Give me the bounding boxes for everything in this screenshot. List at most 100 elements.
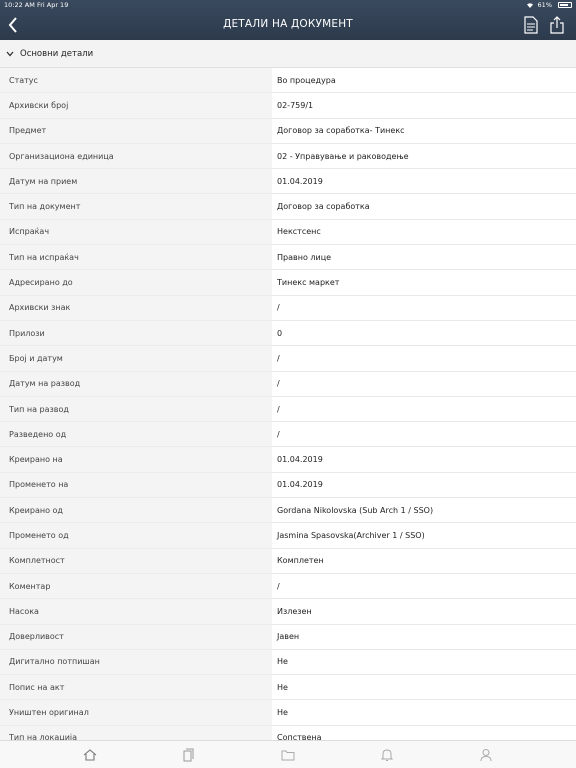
home-icon xyxy=(83,748,96,761)
detail-label: Променето од xyxy=(0,523,272,549)
top-navigation-bar: 10:22 AM Fri Apr 19 61% ДЕТАЛИ НА ДОКУМЕ… xyxy=(0,0,576,40)
detail-label: Архивски знак xyxy=(0,295,272,321)
share-icon xyxy=(550,16,564,34)
detail-label: Предмет xyxy=(0,118,272,144)
bottom-tab-bar xyxy=(0,740,576,768)
detail-value: / xyxy=(272,422,576,448)
detail-value: Во процедура xyxy=(272,68,576,94)
detail-row: Прилози 0 xyxy=(0,320,576,347)
detail-value: Излезен xyxy=(272,599,576,625)
detail-value: Тинекс маркет xyxy=(272,270,576,296)
detail-label: Уништен оригинал xyxy=(0,700,272,726)
detail-row: Променето на 01.04.2019 xyxy=(0,472,576,499)
detail-label: Креирано од xyxy=(0,498,272,524)
detail-row: Организациона единица 02 - Управување и р… xyxy=(0,143,576,170)
detail-value: Gordana Nikolovska (Sub Arch 1 / SSO) xyxy=(272,498,576,524)
detail-value: Jasmina Spasovska(Archiver 1 / SSO) xyxy=(272,523,576,549)
user-icon xyxy=(480,748,492,761)
share-button[interactable] xyxy=(550,16,566,34)
detail-label: Организациона единица xyxy=(0,143,272,170)
detail-row: Тип на испраќач Правно лице xyxy=(0,245,576,271)
tab-folders[interactable] xyxy=(278,745,298,765)
detail-value: 01.04.2019 xyxy=(272,447,576,473)
detail-value: 02-759/1 xyxy=(272,93,576,119)
detail-row: Архивски број 02-759/1 xyxy=(0,93,576,119)
detail-row: Тип на развод / xyxy=(0,396,576,423)
detail-row: Испраќач Некстсенс xyxy=(0,219,576,246)
detail-row: Адресирано до Тинекс маркет xyxy=(0,270,576,296)
detail-label: Коментар xyxy=(0,573,272,600)
detail-value: Не xyxy=(272,649,576,676)
tab-documents[interactable] xyxy=(179,745,199,765)
detail-label: Доверливост xyxy=(0,624,272,650)
tab-home[interactable] xyxy=(80,745,100,765)
detail-label: Тип на локација xyxy=(0,725,272,740)
status-bar: 10:22 AM Fri Apr 19 61% xyxy=(0,0,576,10)
document-button[interactable] xyxy=(524,16,540,34)
documents-icon xyxy=(183,748,194,761)
detail-label: Креирано на xyxy=(0,447,272,473)
detail-value: Договор за соработка xyxy=(272,194,576,220)
status-indicators: 61% xyxy=(526,0,572,10)
detail-value: Правно лице xyxy=(272,245,576,271)
detail-row: Тип на локација Сопствена xyxy=(0,725,576,740)
detail-value: / xyxy=(272,346,576,372)
tab-notifications[interactable] xyxy=(377,745,397,765)
detail-row: Насока Излезен xyxy=(0,599,576,625)
detail-row: Датум на развод / xyxy=(0,371,576,397)
detail-value: Не xyxy=(272,700,576,726)
page-title: ДЕТАЛИ НА ДОКУМЕНТ xyxy=(223,18,353,30)
detail-row: Предмет Договор за соработка- Тинекс xyxy=(0,118,576,144)
detail-row: Тип на документ Договор за соработка xyxy=(0,194,576,220)
detail-row: Разведено од / xyxy=(0,422,576,448)
status-time: 10:22 AM xyxy=(4,1,35,9)
detail-row: Променето од Jasmina Spasovska(Archiver 1… xyxy=(0,523,576,549)
detail-value: / xyxy=(272,371,576,397)
tab-profile[interactable] xyxy=(476,745,496,765)
detail-row: Креирано од Gordana Nikolovska (Sub Arch … xyxy=(0,498,576,524)
section-header-basic-details[interactable]: Основни детали xyxy=(0,40,576,68)
detail-row: Комплетност Комплетен xyxy=(0,548,576,574)
detail-label: Датум на прием xyxy=(0,169,272,195)
detail-value: Договор за соработка- Тинекс xyxy=(272,118,576,144)
detail-value: / xyxy=(272,295,576,321)
detail-label: Попис на акт xyxy=(0,675,272,701)
detail-label: Датум на развод xyxy=(0,371,272,397)
detail-label: Прилози xyxy=(0,320,272,347)
detail-row: Број и датум / xyxy=(0,346,576,372)
detail-value: / xyxy=(272,573,576,600)
detail-label: Тип на испраќач xyxy=(0,245,272,271)
bell-icon xyxy=(381,748,394,761)
detail-value: 02 - Управување и раководење xyxy=(272,143,576,170)
detail-value: Не xyxy=(272,675,576,701)
chevron-down-icon xyxy=(6,49,16,59)
detail-value: Сопствена xyxy=(272,725,576,740)
detail-row: Креирано на 01.04.2019 xyxy=(0,447,576,473)
detail-value: Некстсенс xyxy=(272,219,576,246)
detail-label: Разведено од xyxy=(0,422,272,448)
detail-label: Архивски број xyxy=(0,93,272,119)
detail-row: Датум на прием 01.04.2019 xyxy=(0,169,576,195)
detail-value: / xyxy=(272,396,576,423)
detail-value: 0 xyxy=(272,320,576,347)
detail-label: Дигитално потпишан xyxy=(0,649,272,676)
battery-percent: 61% xyxy=(537,1,552,9)
document-icon xyxy=(524,16,538,34)
detail-label: Испраќач xyxy=(0,219,272,246)
detail-value: 01.04.2019 xyxy=(272,169,576,195)
detail-value: Јавен xyxy=(272,624,576,650)
detail-value: Комплетен xyxy=(272,548,576,574)
section-label: Основни детали xyxy=(20,48,94,59)
status-date: Fri Apr 19 xyxy=(36,1,69,9)
detail-label: Комплетност xyxy=(0,548,272,574)
wifi-icon xyxy=(526,3,533,8)
detail-label: Адресирано до xyxy=(0,270,272,296)
details-list: Статус Во процедура Архивски број 02-759/1… xyxy=(0,68,576,740)
detail-row: Уништен оригинал Не xyxy=(0,700,576,726)
detail-row: Дигитално потпишан Не xyxy=(0,649,576,676)
detail-label: Променето на xyxy=(0,472,272,499)
folder-icon xyxy=(281,750,295,760)
status-time-date: 10:22 AM Fri Apr 19 xyxy=(4,0,68,10)
detail-label: Број и датум xyxy=(0,346,272,372)
detail-label: Статус xyxy=(0,68,272,94)
